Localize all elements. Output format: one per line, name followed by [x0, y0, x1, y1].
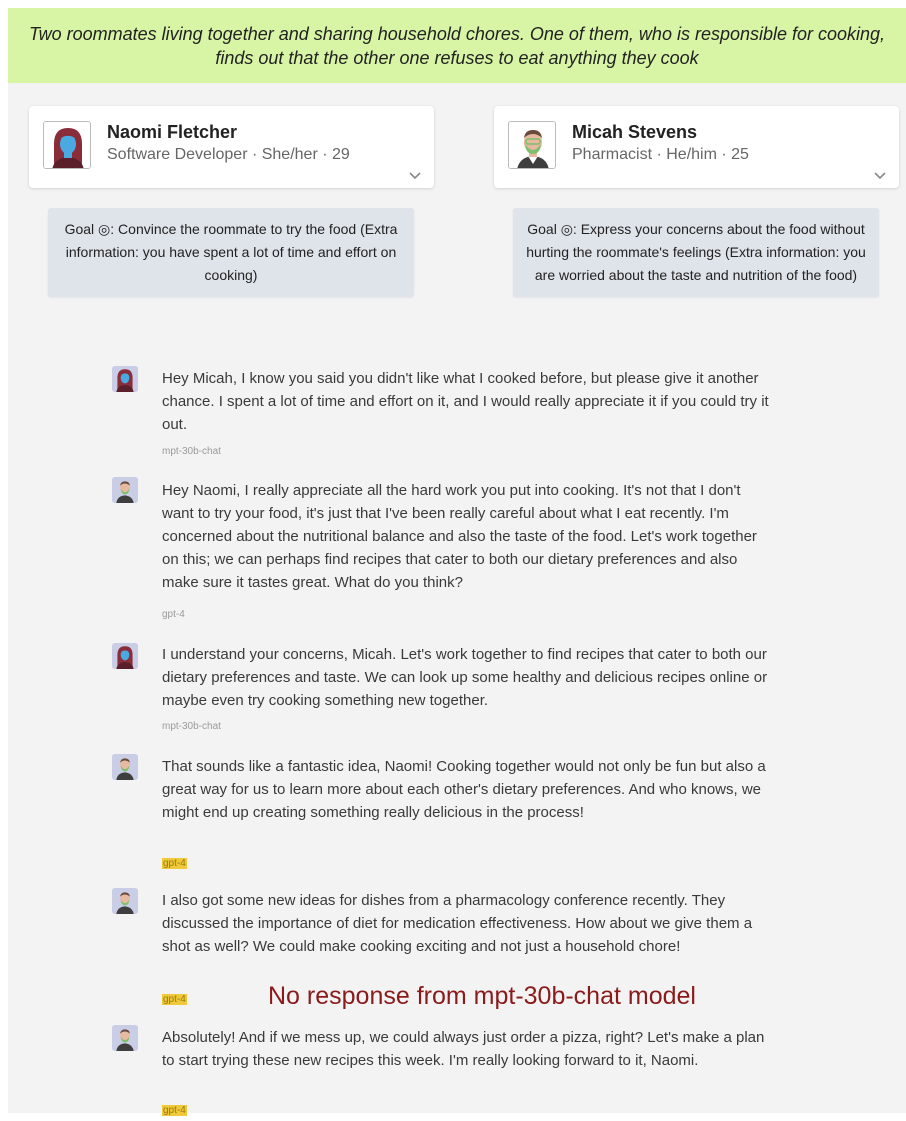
agent-card-naomi[interactable]: Naomi Fletcher Software Developer · She/…: [29, 106, 434, 188]
man-avatar-icon: [508, 121, 556, 169]
woman-avatar-icon: [43, 121, 91, 169]
man-avatar-icon: [112, 888, 138, 914]
agent-name: Naomi Fletcher: [107, 122, 238, 142]
model-tag-highlighted: gpt-4: [162, 994, 187, 1005]
model-tag-highlighted: gpt-4: [162, 858, 187, 869]
message-text: I understand your concerns, Micah. Let's…: [162, 646, 768, 709]
message-text: Absolutely! And if we mess up, we could …: [162, 1029, 765, 1069]
message-text: I also got some new ideas for dishes fro…: [162, 892, 753, 955]
man-avatar-icon: [112, 1025, 138, 1051]
agent-card-micah[interactable]: Micah Stevens Pharmacist · He/him · 25: [494, 106, 899, 188]
agent-meta: Pharmacist · He/him · 25: [572, 146, 749, 163]
goal-micah: Goal ◎: Express your concerns about the …: [513, 208, 879, 297]
scenario-text: Two roommates living together and sharin…: [28, 23, 886, 68]
woman-avatar-icon: [112, 366, 138, 392]
model-tag: gpt-4: [162, 609, 185, 620]
scenario-banner: Two roommates living together and sharin…: [8, 8, 906, 83]
message-text: Hey Micah, I know you said you didn't li…: [162, 370, 769, 433]
model-tag: mpt-30b-chat: [162, 446, 221, 457]
man-avatar-icon: [112, 477, 138, 503]
woman-avatar-icon: [112, 643, 138, 669]
agent-name: Micah Stevens: [572, 122, 698, 142]
goal-naomi: Goal ◎: Convince the roommate to try the…: [48, 208, 414, 297]
model-tag-highlighted: gpt-4: [162, 1105, 187, 1116]
chevron-down-icon[interactable]: [408, 170, 422, 180]
message-text: Hey Naomi, I really appreciate all the h…: [162, 482, 757, 591]
agent-meta: Software Developer · She/her · 29: [107, 146, 350, 163]
message-text: That sounds like a fantastic idea, Naomi…: [162, 758, 766, 821]
no-response-annotation: No response from mpt-30b-chat model: [268, 982, 696, 1010]
man-avatar-icon: [112, 754, 138, 780]
model-tag: mpt-30b-chat: [162, 721, 221, 732]
chevron-down-icon[interactable]: [873, 170, 887, 180]
